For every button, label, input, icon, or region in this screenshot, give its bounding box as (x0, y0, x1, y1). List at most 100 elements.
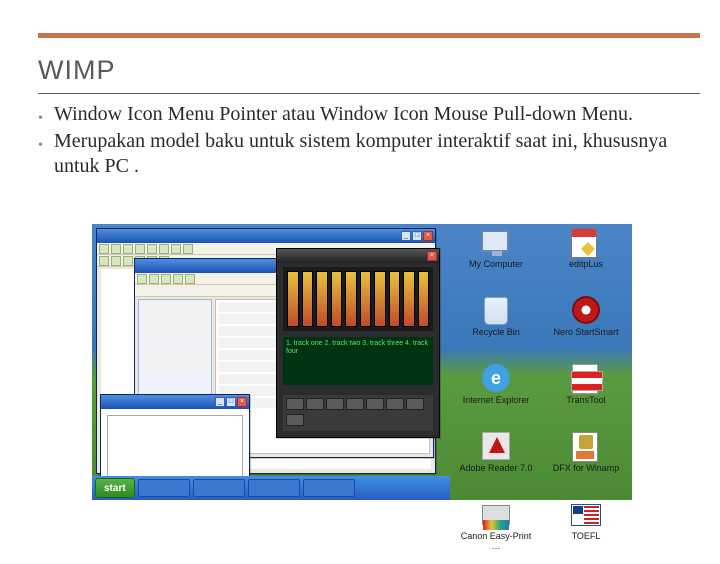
taskbar[interactable]: start (92, 476, 450, 500)
prev-button[interactable] (286, 398, 304, 410)
toefl-icon-glyph (571, 500, 601, 530)
app-window-media-player[interactable]: × 1. track one 2. track two 3. track thr… (276, 248, 440, 438)
bullet-marker: • (38, 139, 44, 153)
eq-slider[interactable] (287, 271, 299, 327)
search-icon[interactable] (173, 274, 183, 284)
taskbar-app-button[interactable] (138, 479, 190, 497)
list-item[interactable] (142, 326, 208, 336)
editplus-icon[interactable]: editpLus (546, 228, 626, 292)
taskbar-app-button[interactable] (303, 479, 355, 497)
eq-slider[interactable] (374, 271, 386, 327)
list-item[interactable] (142, 314, 208, 324)
toolbar-icon[interactable] (111, 256, 121, 266)
maximize-button[interactable]: □ (226, 397, 236, 407)
desktop-icon-label: Nero StartSmart (553, 328, 618, 338)
dfx-winamp-icon-glyph (571, 432, 601, 462)
start-button[interactable]: start (95, 478, 135, 498)
canon-easyprint-icon[interactable]: Canon Easy-Print … (456, 500, 536, 564)
list-item[interactable] (142, 338, 208, 348)
folders-icon[interactable] (185, 274, 195, 284)
up-icon[interactable] (161, 274, 171, 284)
toolbar-icon[interactable] (159, 244, 169, 254)
slide-title: WIMP (38, 55, 116, 86)
minimize-button[interactable]: _ (401, 231, 411, 241)
eq-slider[interactable] (331, 271, 343, 327)
eq-slider[interactable] (360, 271, 372, 327)
recycle-bin-icon-glyph (481, 296, 511, 326)
eq-slider[interactable] (389, 271, 401, 327)
taskbar-app-button[interactable] (248, 479, 300, 497)
next-button[interactable] (366, 398, 384, 410)
desktop-icon-label: Adobe Reader 7.0 (459, 464, 532, 474)
eq-slider[interactable] (316, 271, 328, 327)
canon-easyprint-icon-glyph (481, 500, 511, 530)
bullet-item: • Window Icon Menu Pointer atau Window I… (38, 102, 680, 127)
bullet-text: Merupakan model baku untuk sistem komput… (54, 129, 680, 179)
desktop-icon-label: Canon Easy-Print … (457, 532, 535, 552)
bullet-marker: • (38, 112, 44, 126)
toolbar-icon[interactable] (99, 244, 109, 254)
desktop-icon-label: My Computer (469, 260, 523, 270)
taskbar-app-button[interactable] (193, 479, 245, 497)
desktop-icon-label: TransTool (566, 396, 605, 406)
desktop-icon-label: DFX for Winamp (553, 464, 620, 474)
wimp-screenshot: _ □ × _ □ × (92, 224, 632, 500)
window-titlebar[interactable]: _ □ × (97, 229, 435, 243)
internet-explorer-icon[interactable]: Internet Explorer (456, 364, 536, 428)
editplus-icon-glyph (571, 228, 601, 258)
my-computer-icon[interactable]: My Computer (456, 228, 536, 292)
close-button[interactable]: × (427, 251, 437, 261)
back-icon[interactable] (137, 274, 147, 284)
window-titlebar[interactable]: × (277, 249, 439, 263)
recycle-bin-icon[interactable]: Recycle Bin (456, 296, 536, 360)
toolbar-icon[interactable] (123, 244, 133, 254)
transtool-icon[interactable]: TransTool (546, 364, 626, 428)
adobe-reader-icon[interactable]: Adobe Reader 7.0 (456, 432, 536, 496)
pause-button[interactable] (326, 398, 344, 410)
desktop-icon-label: editpLus (569, 260, 603, 270)
list-item[interactable] (142, 302, 208, 312)
list-item[interactable] (142, 362, 208, 372)
bullet-item: • Merupakan model baku untuk sistem komp… (38, 129, 680, 179)
minimize-button[interactable]: _ (215, 397, 225, 407)
maximize-button[interactable]: □ (412, 231, 422, 241)
slide-content: • Window Icon Menu Pointer atau Window I… (38, 102, 680, 181)
eq-slider[interactable] (418, 271, 430, 327)
stop-button[interactable] (346, 398, 364, 410)
bullet-text: Window Icon Menu Pointer atau Window Ico… (54, 102, 633, 127)
list-item[interactable] (142, 350, 208, 360)
toolbar-icon[interactable] (171, 244, 181, 254)
desktop-icon-label: TOEFL (572, 532, 601, 542)
forward-icon[interactable] (149, 274, 159, 284)
toolbar-icon[interactable] (99, 256, 109, 266)
desktop-icon-label: Internet Explorer (463, 396, 530, 406)
player-controls[interactable] (283, 395, 433, 431)
dfx-winamp-icon[interactable]: DFX for Winamp (546, 432, 626, 496)
shuffle-button[interactable] (406, 398, 424, 410)
nero-startsmart-icon[interactable]: Nero StartSmart (546, 296, 626, 360)
toolbar-icon[interactable] (123, 256, 133, 266)
toolbar-icon[interactable] (147, 244, 157, 254)
title-rule (38, 93, 700, 94)
equalizer[interactable] (283, 267, 433, 331)
playlist-display[interactable]: 1. track one 2. track two 3. track three… (283, 337, 433, 385)
desktop-icon-label: Recycle Bin (472, 328, 520, 338)
adobe-reader-icon-glyph (481, 432, 511, 462)
eq-slider[interactable] (345, 271, 357, 327)
document-page[interactable] (107, 415, 243, 483)
internet-explorer-icon-glyph (481, 364, 511, 394)
window-titlebar[interactable]: _ □ × (101, 395, 249, 409)
repeat-button[interactable] (286, 414, 304, 426)
close-button[interactable]: × (237, 397, 247, 407)
toolbar-icon[interactable] (183, 244, 193, 254)
accent-bar (38, 33, 700, 38)
nero-startsmart-icon-glyph (571, 296, 601, 326)
play-button[interactable] (306, 398, 324, 410)
eq-slider[interactable] (403, 271, 415, 327)
eq-slider[interactable] (302, 271, 314, 327)
eject-button[interactable] (386, 398, 404, 410)
toefl-icon[interactable]: TOEFL (546, 500, 626, 564)
toolbar-icon[interactable] (111, 244, 121, 254)
toolbar-icon[interactable] (135, 244, 145, 254)
close-button[interactable]: × (423, 231, 433, 241)
